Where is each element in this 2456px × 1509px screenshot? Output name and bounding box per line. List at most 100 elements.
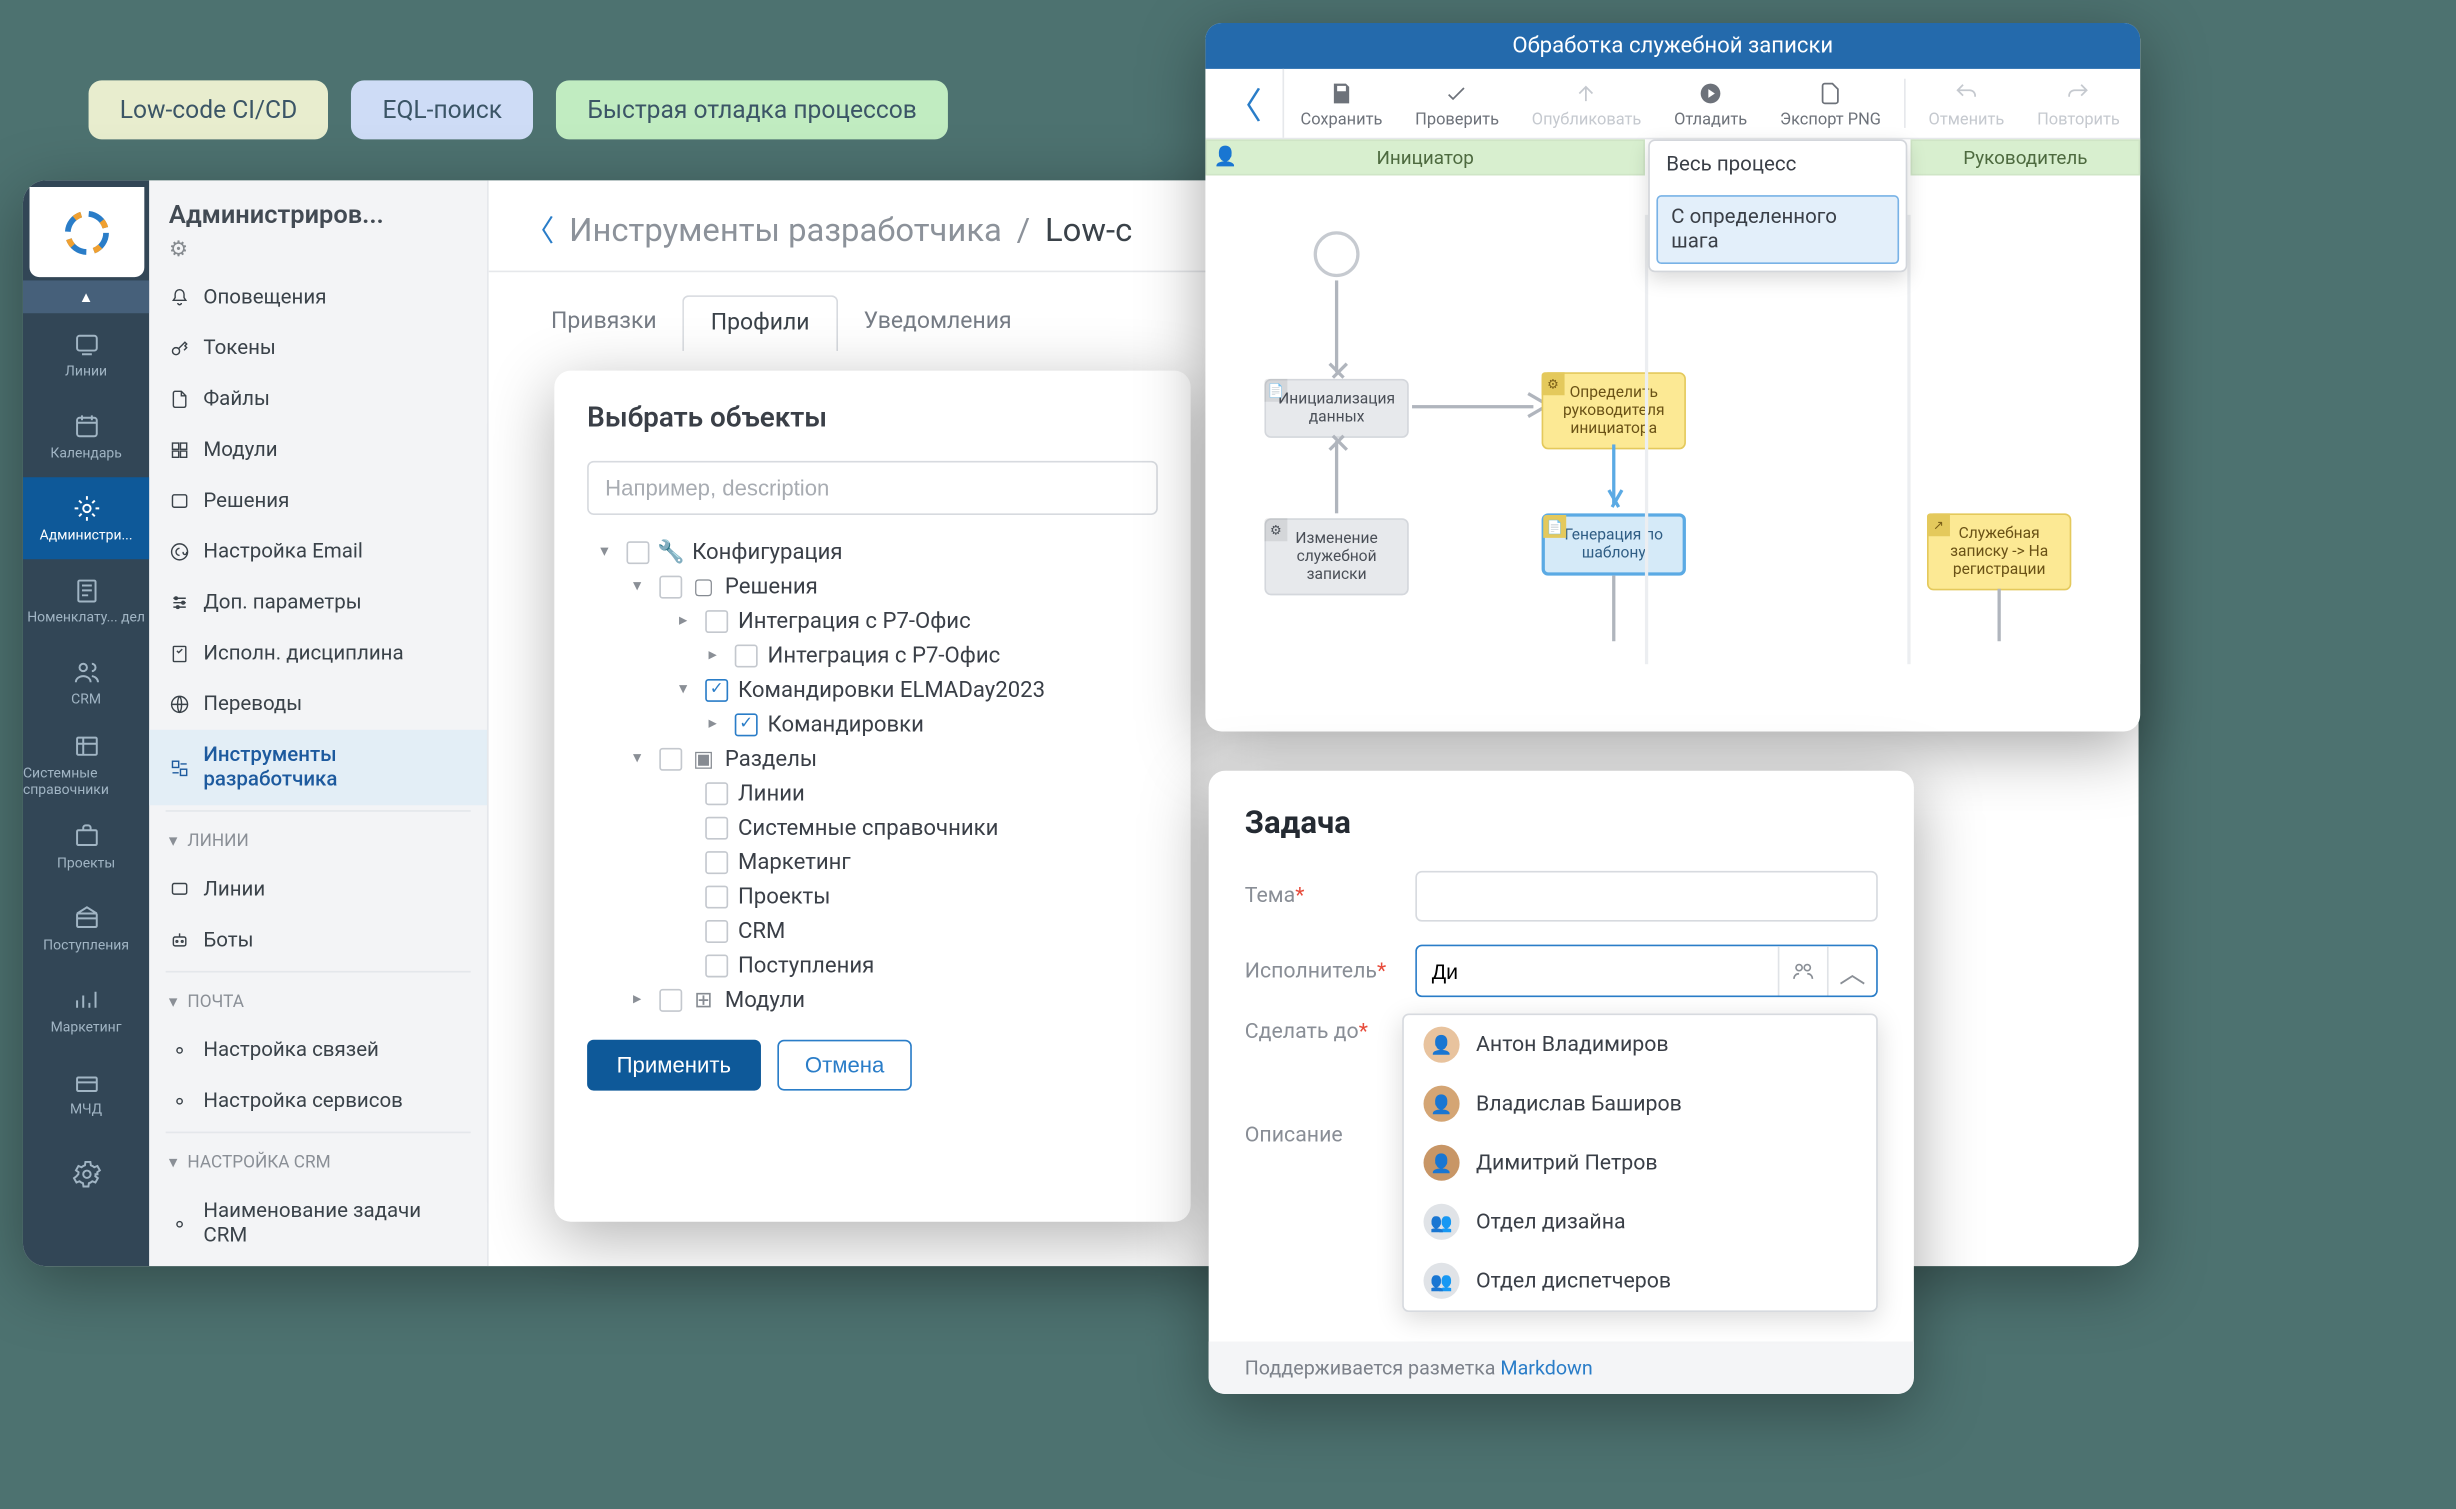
- checkbox[interactable]: [705, 850, 728, 873]
- checkbox[interactable]: [705, 919, 728, 942]
- tree-item[interactable]: Системные справочники: [738, 814, 998, 840]
- checkbox[interactable]: [705, 781, 728, 804]
- caret-icon[interactable]: ▸: [708, 715, 724, 733]
- apply-button[interactable]: Применить: [587, 1040, 760, 1091]
- tree-solutions[interactable]: Решения: [725, 573, 818, 599]
- redo-button[interactable]: Повторить: [2021, 69, 2137, 138]
- subnav-crmtask[interactable]: Наименование задачи CRM: [149, 1186, 487, 1261]
- caret-icon[interactable]: ▾: [679, 681, 695, 699]
- checkbox[interactable]: [659, 988, 682, 1011]
- start-node[interactable]: [1314, 231, 1360, 277]
- checkbox[interactable]: [735, 644, 758, 667]
- nav-admin[interactable]: Администри...: [23, 477, 149, 559]
- caret-icon[interactable]: ▸: [679, 612, 695, 630]
- subnav-email[interactable]: Настройка Email: [149, 526, 487, 577]
- nav-nomenclature[interactable]: Номенклату... дел: [23, 559, 149, 641]
- subnav-tokens[interactable]: Токены: [149, 323, 487, 374]
- subnav-services[interactable]: Настройка сервисов: [149, 1076, 487, 1127]
- check-button[interactable]: Проверить: [1399, 69, 1516, 138]
- node-change[interactable]: ⚙Изменение служебной записки: [1264, 518, 1408, 595]
- subnav-bots[interactable]: Боты: [149, 915, 487, 966]
- subnav-discipline[interactable]: Исполн. дисциплина: [149, 628, 487, 679]
- tree-item[interactable]: Линии: [738, 780, 805, 806]
- people-icon[interactable]: [1778, 946, 1827, 995]
- tree-modules[interactable]: Модули: [725, 986, 805, 1012]
- tab-profiles[interactable]: Профили: [683, 295, 838, 351]
- subnav-translations[interactable]: Переводы: [149, 679, 487, 730]
- save-button[interactable]: Сохранить: [1284, 69, 1399, 138]
- lane-manager[interactable]: Руководитель: [1911, 139, 2141, 175]
- caret-icon[interactable]: ▸: [633, 991, 649, 1009]
- checkbox[interactable]: [705, 816, 728, 839]
- tree-item[interactable]: Поступления: [738, 952, 874, 978]
- back-icon[interactable]: 〈: [525, 208, 555, 251]
- user-option[interactable]: 👤Димитрий Петров: [1404, 1133, 1876, 1192]
- tab-bindings[interactable]: Привязки: [525, 295, 683, 351]
- checkbox[interactable]: [705, 885, 728, 908]
- checkbox-checked[interactable]: ✓: [705, 678, 728, 701]
- subnav-lines2[interactable]: Линии: [149, 864, 487, 915]
- node-head[interactable]: ⚙Определить руководителя инициатора: [1542, 372, 1686, 449]
- nav-catalogs[interactable]: Системные справочники: [23, 723, 149, 805]
- tree-config[interactable]: Конфигурация: [692, 539, 842, 565]
- user-option[interactable]: 👤Владислав Баширов: [1404, 1074, 1876, 1133]
- node-gen[interactable]: 📄Генерация по шаблону: [1542, 513, 1686, 575]
- nav-mchd[interactable]: МЧД: [23, 1051, 149, 1133]
- subnav-solutions[interactable]: Решения: [149, 476, 487, 527]
- subnav-files[interactable]: Файлы: [149, 374, 487, 425]
- debug-button[interactable]: Отладить: [1658, 69, 1764, 138]
- process-canvas[interactable]: 👤Инициатор Руководитель Весь процесс С о…: [1205, 139, 2140, 664]
- gear-icon[interactable]: ⚙: [149, 238, 487, 272]
- back-button[interactable]: 〈: [1205, 69, 1284, 138]
- tree-sections[interactable]: Разделы: [725, 745, 817, 771]
- tree-p7-1[interactable]: Интеграция с Р7-Офис: [738, 608, 971, 634]
- group-lines[interactable]: ▾ ЛИНИИ: [149, 817, 487, 865]
- user-option[interactable]: 👥Отдел дизайна: [1404, 1192, 1876, 1251]
- nav-lines[interactable]: Линии: [23, 313, 149, 395]
- nav-marketing[interactable]: Маркетинг: [23, 969, 149, 1051]
- checkbox[interactable]: [705, 609, 728, 632]
- checkbox[interactable]: [659, 747, 682, 770]
- checkbox[interactable]: [626, 540, 649, 563]
- nav-projects[interactable]: Проекты: [23, 805, 149, 887]
- group-crm[interactable]: ▾ НАСТРОЙКА CRM: [149, 1138, 487, 1186]
- search-input[interactable]: [587, 461, 1158, 515]
- topic-input[interactable]: [1415, 871, 1877, 922]
- undo-button[interactable]: Отменить: [1912, 69, 2021, 138]
- nav-incoming[interactable]: Поступления: [23, 887, 149, 969]
- checkbox[interactable]: [705, 954, 728, 977]
- group-mail[interactable]: ▾ ПОЧТА: [149, 977, 487, 1025]
- user-option[interactable]: 👤Антон Владимиров: [1404, 1015, 1876, 1074]
- node-reg[interactable]: ↗Служебная записку -> На регистрации: [1927, 513, 2071, 590]
- publish-button[interactable]: Опубликовать: [1515, 69, 1657, 138]
- breadcrumb-root[interactable]: Инструменты разработчика: [569, 210, 1002, 249]
- subnav-links[interactable]: Настройка связей: [149, 1025, 487, 1076]
- nav-calendar[interactable]: Календарь: [23, 395, 149, 477]
- tab-notif[interactable]: Уведомления: [837, 295, 1037, 351]
- lane-initiator[interactable]: 👤Инициатор: [1205, 139, 1645, 175]
- nav-settings[interactable]: [23, 1133, 149, 1215]
- tree-trips[interactable]: Командировки ELMADay2023: [738, 677, 1045, 703]
- subnav-params[interactable]: Доп. параметры: [149, 577, 487, 628]
- caret-icon[interactable]: ▾: [633, 577, 649, 595]
- tree-item[interactable]: CRM: [738, 918, 785, 944]
- cancel-button[interactable]: Отмена: [777, 1040, 912, 1091]
- tree-p7-2[interactable]: Интеграция с Р7-Офис: [768, 642, 1001, 668]
- chevron-up-icon[interactable]: ︿: [1827, 946, 1876, 995]
- checkbox-checked[interactable]: ✓: [735, 713, 758, 736]
- nav-crm[interactable]: CRM: [23, 641, 149, 723]
- caret-icon[interactable]: ▾: [600, 543, 616, 561]
- subnav-devtools[interactable]: Инструменты разработчика: [149, 730, 487, 805]
- assignee-input[interactable]: [1417, 947, 1778, 995]
- node-init[interactable]: 📄Инициализация данных: [1264, 379, 1408, 438]
- tree-item[interactable]: Проекты: [738, 883, 830, 909]
- export-button[interactable]: Экспорт PNG: [1764, 69, 1898, 138]
- subnav-modules[interactable]: Модули: [149, 425, 487, 476]
- dropdown-item-step[interactable]: С определенного шага: [1656, 195, 1899, 264]
- user-option[interactable]: 👥Отдел диспетчеров: [1404, 1251, 1876, 1310]
- dropdown-item-all[interactable]: Весь процесс: [1650, 141, 1906, 189]
- collapse-icon[interactable]: ▲: [23, 280, 149, 313]
- tree-item[interactable]: Маркетинг: [738, 849, 851, 875]
- markdown-link[interactable]: Markdown: [1500, 1356, 1592, 1379]
- caret-icon[interactable]: ▸: [708, 646, 724, 664]
